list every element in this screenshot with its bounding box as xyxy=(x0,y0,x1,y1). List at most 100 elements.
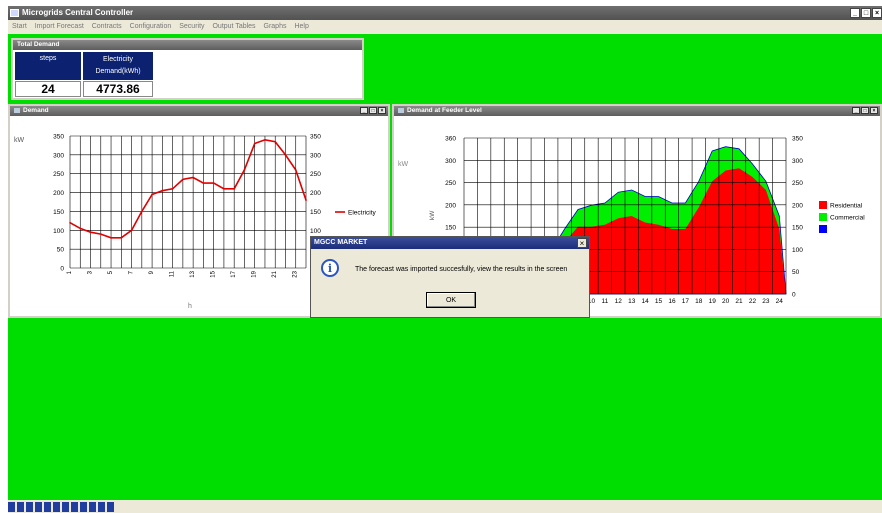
x-tick-label: 15 xyxy=(655,298,663,305)
x-tick-label: 23 xyxy=(762,298,770,305)
y-tick-label-right: 300 xyxy=(310,152,321,159)
x-tick-label: 16 xyxy=(668,298,676,305)
y-tick-label-right: 250 xyxy=(792,180,803,187)
y-tick-label: 0 xyxy=(60,266,64,273)
data-point xyxy=(182,178,184,181)
y-tick-label: 360 xyxy=(445,136,456,143)
data-point xyxy=(99,233,102,235)
menu-start[interactable]: Start xyxy=(12,23,27,30)
minimize-button[interactable]: _ xyxy=(850,8,860,18)
dialog-close-button[interactable]: × xyxy=(577,238,587,248)
window-title: Microgrids Central Controller xyxy=(22,8,134,17)
y-tick-label-right: 200 xyxy=(792,202,803,209)
panel-maximize-button[interactable]: □ xyxy=(369,107,377,114)
x-tick-label: 19 xyxy=(709,298,717,305)
data-point xyxy=(274,140,277,143)
maximize-button[interactable]: □ xyxy=(861,8,871,18)
data-point xyxy=(223,188,225,190)
data-point xyxy=(161,189,164,192)
electricity-series-line xyxy=(69,138,307,239)
data-point xyxy=(110,237,112,239)
menu-security[interactable]: Security xyxy=(179,23,204,30)
y-tick-label-right: 0 xyxy=(792,292,796,299)
x-tick-label: 3 xyxy=(88,270,94,274)
legend-swatch xyxy=(819,213,827,221)
y-tick-label: 250 xyxy=(445,180,456,187)
data-point xyxy=(192,176,194,179)
menu-help[interactable]: Help xyxy=(294,23,308,30)
y-tick-label-right: 50 xyxy=(792,269,800,276)
y-tick-label: 300 xyxy=(53,152,64,159)
x-tick-label: 13 xyxy=(628,298,636,305)
x-tick-label: 17 xyxy=(682,298,690,305)
panel-minimize-button[interactable]: _ xyxy=(360,107,368,114)
panel-icon xyxy=(14,107,20,113)
data-point xyxy=(120,237,123,239)
data-point xyxy=(305,199,307,201)
data-point xyxy=(141,210,143,213)
menu-configuration[interactable]: Configuration xyxy=(130,23,172,30)
data-point xyxy=(233,188,235,190)
x-tick-label: 19 xyxy=(252,270,258,277)
steps-value: 24 xyxy=(15,81,81,97)
y-tick-label-right: 150 xyxy=(792,225,803,232)
y-tick-label: 100 xyxy=(53,228,64,235)
demand-panel-title: Demand xyxy=(23,107,49,114)
data-point xyxy=(243,169,246,171)
panel-close-button[interactable]: × xyxy=(870,107,878,114)
panel-icon xyxy=(398,107,404,113)
x-tick-label: 7 xyxy=(129,270,135,274)
y-tick-label: 150 xyxy=(53,209,64,216)
y-tick-label-right: 300 xyxy=(792,158,803,165)
x-tick-label: 23 xyxy=(293,270,299,277)
y-tick-label: 200 xyxy=(445,202,456,209)
x-tick-label: 9 xyxy=(149,270,155,274)
status-bar xyxy=(8,500,882,513)
data-point xyxy=(130,229,133,232)
info-icon: i xyxy=(321,259,339,277)
data-point xyxy=(264,138,266,141)
data-point xyxy=(253,142,256,145)
data-point xyxy=(202,182,205,184)
panel-maximize-button[interactable]: □ xyxy=(861,107,869,114)
y-unit-label: kW xyxy=(14,137,25,144)
x-tick-label: 1 xyxy=(67,270,73,274)
x-tick-label: 15 xyxy=(211,270,217,277)
electricity-demand-value: 4773.86 xyxy=(83,81,153,97)
y-tick-label-right: 350 xyxy=(792,136,803,143)
data-point xyxy=(212,182,215,184)
app-icon xyxy=(10,9,19,17)
menu-bar: Start Import Forecast Contracts Configur… xyxy=(8,20,882,34)
menu-graphs[interactable]: Graphs xyxy=(264,23,287,30)
x-tick-label: 11 xyxy=(602,298,609,305)
menu-output-tables[interactable]: Output Tables xyxy=(212,23,255,30)
x-tick-label: 11 xyxy=(170,270,176,277)
x-tick-label: 12 xyxy=(615,298,623,305)
x-tick-label: 24 xyxy=(776,298,784,305)
x-tick-label: 21 xyxy=(272,270,278,277)
message-dialog: MGCC MARKET × i The forecast was importe… xyxy=(310,236,590,318)
panel-minimize-button[interactable]: _ xyxy=(852,107,860,114)
ok-button[interactable]: OK xyxy=(426,292,476,308)
data-point xyxy=(151,193,153,196)
menu-contracts[interactable]: Contracts xyxy=(92,23,122,30)
y-tick-label: 350 xyxy=(53,134,64,141)
total-demand-panel: Total Demand steps Electricity Demand(kW… xyxy=(11,38,364,100)
panel-close-button[interactable]: × xyxy=(378,107,386,114)
y-tick-label-right: 200 xyxy=(310,190,321,197)
data-point xyxy=(89,231,92,233)
legend-label: Commercial xyxy=(830,215,865,222)
close-button[interactable]: × xyxy=(872,8,882,18)
legend-label-electricity: Electricity xyxy=(348,210,377,217)
y-tick-label-right: 250 xyxy=(310,171,321,178)
feeder-panel-titlebar: Demand at Feeder Level _ □ × xyxy=(394,106,880,116)
legend-label: Residential xyxy=(830,203,863,210)
x-tick-label: 5 xyxy=(108,270,114,274)
y-tick-label-right: 100 xyxy=(310,228,321,235)
y-tick-label: 150 xyxy=(445,225,456,232)
x-axis-label: h xyxy=(188,303,192,310)
dialog-title: MGCC MARKET xyxy=(311,237,589,249)
data-point xyxy=(294,169,297,171)
total-demand-title: Total Demand xyxy=(13,40,362,50)
menu-import-forecast[interactable]: Import Forecast xyxy=(35,23,84,30)
